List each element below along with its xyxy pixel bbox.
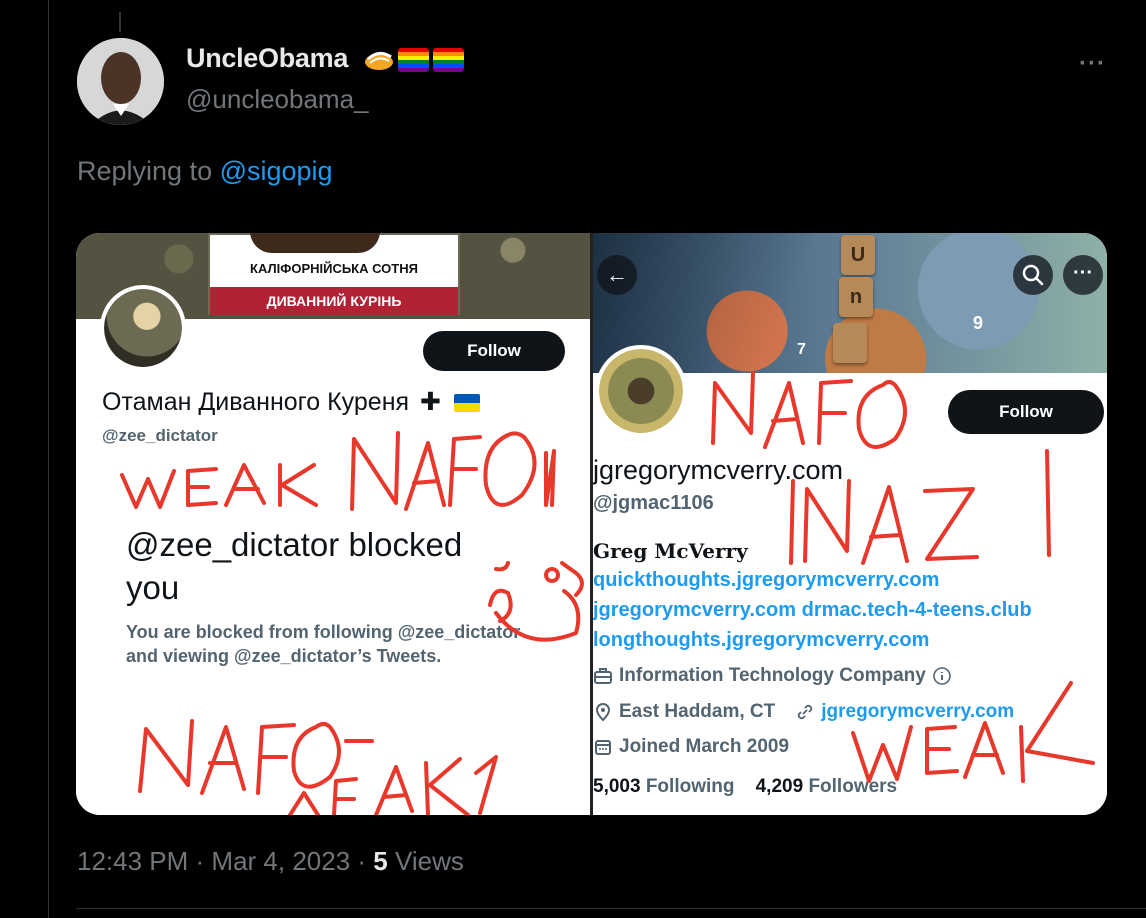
link-icon <box>798 704 813 720</box>
thread-connector <box>119 12 121 32</box>
right-follow-button[interactable]: Follow <box>948 390 1104 434</box>
bio-link[interactable]: longthoughts.jgregorymcverry.com <box>593 629 929 652</box>
banner-top-text: КАЛІФОРНІЙСЬКА СОТНЯ <box>250 261 418 276</box>
followers-label[interactable]: Followers <box>808 776 897 797</box>
left-profile-avatar <box>100 285 186 371</box>
bio-link[interactable]: quickthoughts.jgregorymcverry.com <box>593 569 939 592</box>
display-name[interactable]: UncleObama <box>186 43 348 74</box>
banner-bottom-text: ДИВАННИЙ КУРІНЬ <box>210 287 458 315</box>
back-arrow-icon[interactable]: ← <box>597 255 637 295</box>
views-count[interactable]: 5 <box>373 846 387 876</box>
badges <box>364 48 464 72</box>
avatar[interactable] <box>77 38 164 125</box>
info-icon[interactable] <box>932 666 952 686</box>
website-link[interactable]: jgregorymcverry.com <box>821 701 1014 723</box>
cross-icon: ✚ <box>419 388 441 416</box>
replying-prefix: Replying to <box>77 156 220 186</box>
more-options-icon[interactable]: ··· <box>1079 50 1106 78</box>
separator: · <box>188 846 212 876</box>
following-label[interactable]: Following <box>646 776 735 797</box>
calendar-icon <box>595 740 611 755</box>
left-name-text: Отаман Диванного Куреня <box>102 388 410 416</box>
location-pin-icon <box>595 703 611 722</box>
scrabble-tile: n <box>839 277 873 317</box>
blocked-description: You are blocked from following @zee_dict… <box>126 622 521 666</box>
tweet-date[interactable]: Mar 4, 2023 <box>211 846 350 876</box>
joined-text: Joined March 2009 <box>619 736 790 757</box>
profile-category: Information Technology Company <box>593 665 952 687</box>
banner-number: 7 <box>797 341 806 358</box>
banner-number: 9 <box>973 313 984 333</box>
replying-to: Replying to @sigopig <box>77 156 333 187</box>
bio-name: Greg McVerry <box>593 539 748 563</box>
banner-sign: КАЛІФОРНІЙСЬКА СОТНЯ ДИВАННИЙ КУРІНЬ <box>208 233 460 315</box>
more-options-icon[interactable]: ··· <box>1063 255 1103 295</box>
bear-icon <box>250 233 380 253</box>
follow-counts: 5,003 Following 4,209 Followers <box>593 776 897 798</box>
thread-border <box>48 0 49 918</box>
handle[interactable]: @uncleobama_ <box>186 84 369 115</box>
separator: · <box>350 846 374 876</box>
rainbow-flag-icon <box>398 48 429 72</box>
right-profile-handle: @jgmac1106 <box>593 492 714 514</box>
ukraine-flag-icon <box>453 394 480 413</box>
scrabble-tile: U <box>841 235 875 275</box>
briefcase-icon <box>594 668 612 684</box>
location-text: East Haddam, CT <box>619 701 776 722</box>
tweet-media[interactable]: КАЛІФОРНІЙСЬКА СОТНЯ ДИВАННИЙ КУРІНЬ Fol… <box>76 233 1107 815</box>
views-label[interactable]: Views <box>388 846 464 876</box>
bio-link[interactable]: jgregorymcverry.com drmac.tech-4-teens.c… <box>593 599 1032 622</box>
left-screenshot: КАЛІФОРНІЙСЬКА СОТНЯ ДИВАННИЙ КУРІНЬ Fol… <box>76 233 590 815</box>
blocked-title: @zee_dictator blocked you <box>126 526 463 606</box>
profile-joined-row: Joined March 2009 <box>593 736 789 758</box>
bolt-emoji-icon <box>365 52 393 70</box>
tweet-time[interactable]: 12:43 PM <box>77 846 188 876</box>
following-count[interactable]: 5,003 <box>593 776 641 797</box>
followers-count[interactable]: 4,209 <box>756 776 804 797</box>
right-screenshot: U n 9 7 ← ··· Follow jgregorymcverry.com… <box>593 233 1107 815</box>
left-profile-name: Отаман Диванного Куреня ✚ <box>102 387 480 417</box>
right-profile-name: jgregorymcverry.com <box>593 455 844 485</box>
bottom-divider <box>76 908 1146 909</box>
replying-mention-link[interactable]: @sigopig <box>220 156 333 186</box>
category-text: Information Technology Company <box>619 665 926 686</box>
avatar-portrait <box>77 38 164 125</box>
rainbow-flag-icon <box>433 48 464 72</box>
scrabble-tile <box>833 323 867 363</box>
search-icon[interactable] <box>1013 255 1053 295</box>
profile-location-row: East Haddam, CT jgregorymcverry.com <box>593 701 1014 723</box>
right-profile-avatar <box>595 345 687 437</box>
tweet-timestamp: 12:43 PM · Mar 4, 2023 · 5 Views <box>77 846 464 877</box>
right-banner: U n 9 7 <box>593 233 1107 373</box>
left-profile-handle: @zee_dictator <box>102 426 218 445</box>
left-follow-button[interactable]: Follow <box>423 331 565 371</box>
